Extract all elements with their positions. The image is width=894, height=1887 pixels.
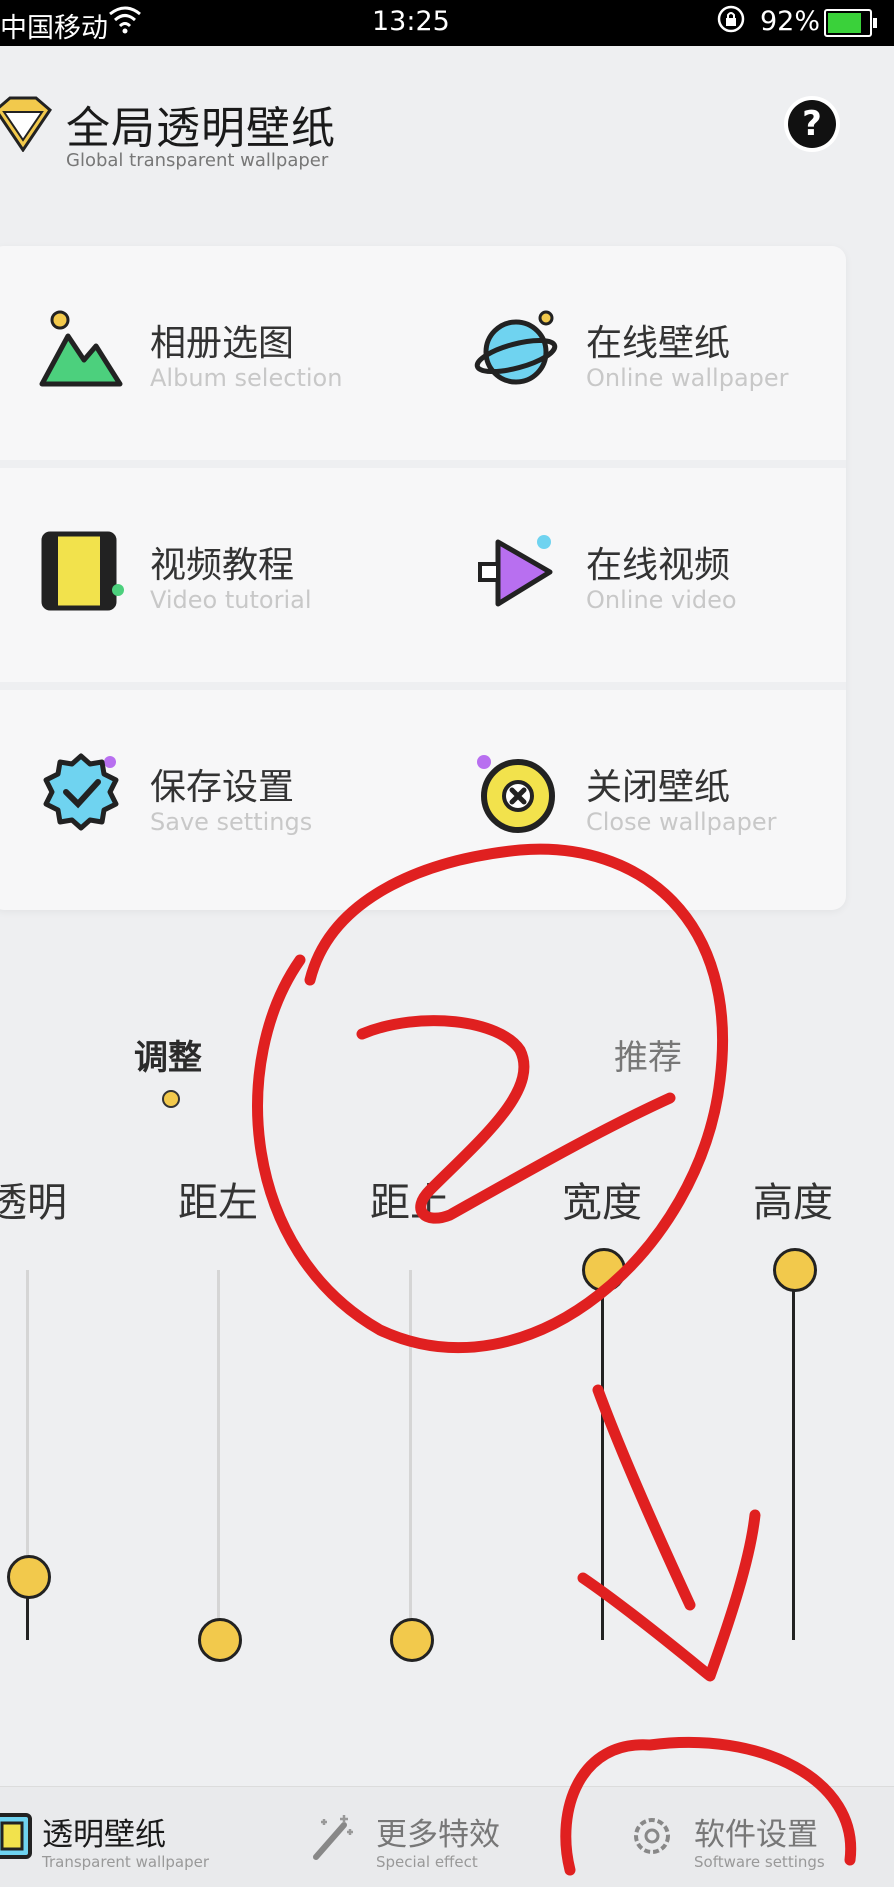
video-tutorial-sublabel: Video tutorial [150, 586, 312, 614]
play-icon [478, 535, 553, 607]
wifi-icon [108, 4, 142, 41]
slider-track[interactable] [409, 1270, 412, 1640]
nav-label: 软件设置 [694, 1817, 818, 1853]
tab-adjust[interactable]: 调整 [134, 1030, 202, 1079]
clock: 13:25 [372, 6, 450, 37]
film-icon [41, 531, 124, 611]
nav-sublabel: Special effect [376, 1853, 478, 1871]
wallpaper-icon [0, 1813, 32, 1859]
nav-special-effects[interactable]: 更多特效 Special effect [306, 1787, 536, 1887]
video-tutorial-button[interactable]: 视频教程 Video tutorial [38, 498, 458, 648]
battery-icon [824, 9, 877, 37]
slider-top-offset[interactable]: 距上 [320, 1160, 500, 1680]
close-wallpaper-sublabel: Close wallpaper [586, 808, 777, 836]
close-wallpaper-label: 关闭壁纸 [586, 767, 731, 808]
mountain-photo-icon [39, 310, 123, 387]
online-video-sublabel: Online video [586, 586, 737, 614]
online-wallpaper-sublabel: Online wallpaper [586, 364, 789, 392]
online-video-button[interactable]: 在线视频 Online video [474, 498, 894, 648]
slider-label: 宽度 [562, 1180, 642, 1226]
slider-knob[interactable] [7, 1555, 51, 1600]
online-wallpaper-button[interactable]: 在线壁纸 Online wallpaper [474, 276, 894, 426]
slider-knob[interactable] [198, 1618, 242, 1662]
slider-knob[interactable] [582, 1248, 626, 1292]
slider-track[interactable] [792, 1270, 795, 1640]
nav-label: 更多特效 [376, 1817, 500, 1853]
divider [0, 682, 846, 690]
slider-opacity[interactable]: 透明 [0, 1160, 117, 1680]
active-tab-indicator [162, 1090, 180, 1108]
diamond-logo-icon [0, 96, 52, 152]
feature-menu: 相册选图 Album selection 在线壁纸 Online wallpap… [0, 246, 846, 910]
save-settings-sublabel: Save settings [150, 808, 313, 836]
slider-height[interactable]: 高度 [703, 1160, 883, 1680]
online-wallpaper-label: 在线壁纸 [586, 323, 731, 364]
divider [0, 460, 846, 468]
nav-software-settings[interactable]: 软件设置 Software settings [626, 1787, 894, 1887]
save-settings-label: 保存设置 [150, 767, 295, 808]
app-subtitle: Global transparent wallpaper [66, 150, 329, 171]
nav-label: 透明壁纸 [42, 1817, 166, 1853]
save-settings-button[interactable]: 保存设置 Save settings [38, 720, 458, 870]
help-button[interactable]: ? [788, 100, 836, 148]
slider-track[interactable] [217, 1270, 220, 1640]
carrier-name: 中国移动 [0, 13, 108, 44]
close-circle-icon [477, 755, 555, 833]
online-video-label: 在线视频 [586, 545, 731, 586]
album-selection-label: 相册选图 [150, 323, 295, 364]
nav-sublabel: Transparent wallpaper [42, 1853, 209, 1871]
album-selection-button[interactable]: 相册选图 Album selection [38, 276, 458, 426]
gear-icon [634, 1818, 670, 1854]
slider-width[interactable]: 宽度 [512, 1160, 692, 1680]
adjust-tabs: 调整 推荐 [0, 1010, 894, 1110]
status-bar: 中国移动 13:25 92% [0, 0, 894, 46]
video-tutorial-label: 视频教程 [150, 545, 295, 586]
slider-label: 高度 [753, 1180, 833, 1226]
slider-label: 距左 [178, 1180, 258, 1226]
slider-label: 距上 [370, 1180, 450, 1226]
app-title: 全局透明壁纸 [66, 103, 336, 154]
slider-knob[interactable] [390, 1618, 434, 1662]
slider-track[interactable] [601, 1270, 604, 1640]
tab-recommend[interactable]: 推荐 [614, 1030, 682, 1079]
close-wallpaper-button[interactable]: 关闭壁纸 Close wallpaper [474, 720, 894, 870]
battery-percent: 92% [760, 6, 821, 37]
nav-sublabel: Software settings [694, 1853, 825, 1871]
album-selection-sublabel: Album selection [150, 364, 343, 392]
rotation-lock-icon [716, 4, 746, 41]
slider-knob[interactable] [773, 1248, 817, 1292]
slider-label: 透明 [0, 1180, 67, 1226]
planet-icon [474, 310, 558, 385]
badge-check-icon [43, 753, 119, 831]
nav-transparent-wallpaper[interactable]: 透明壁纸 Transparent wallpaper [0, 1787, 240, 1887]
magic-wand-icon [313, 1815, 353, 1860]
bottom-navigation: 透明壁纸 Transparent wallpaper 更多特效 Special … [0, 1786, 894, 1887]
slider-left-offset[interactable]: 距左 [128, 1160, 308, 1680]
